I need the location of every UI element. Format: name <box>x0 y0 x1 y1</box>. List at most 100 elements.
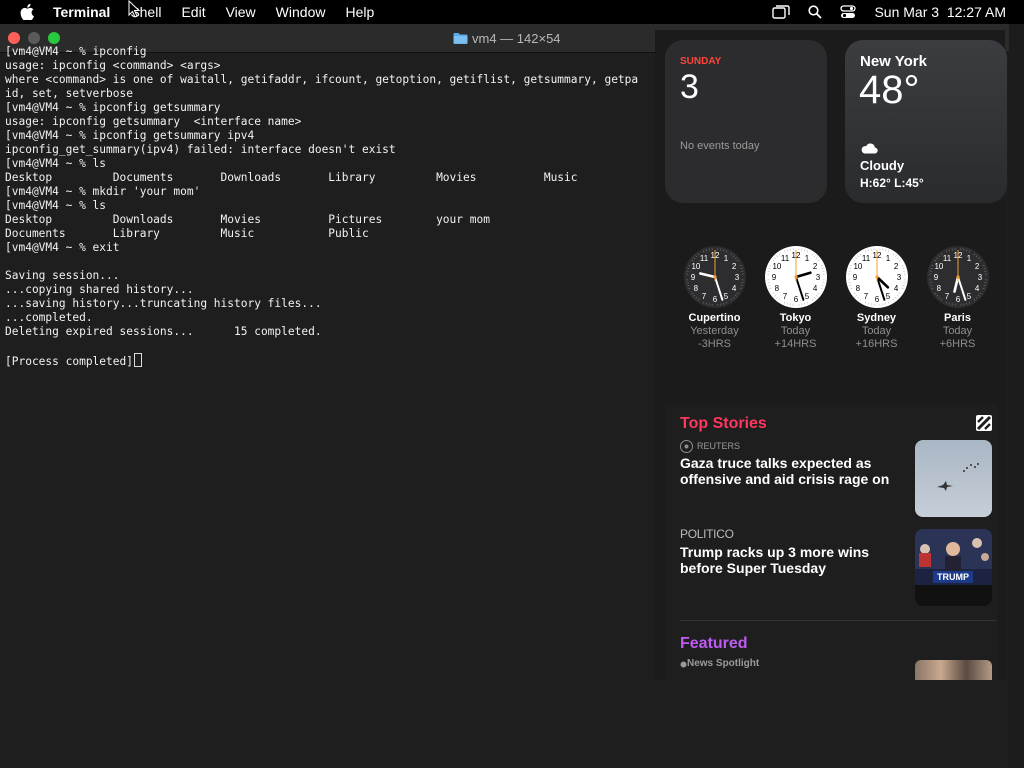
menubar-clock[interactable]: Sun Mar 3 12:27 AM <box>874 4 1006 20</box>
zoom-button[interactable] <box>48 32 60 44</box>
clock-day: Today <box>780 325 811 337</box>
svg-text:7: 7 <box>863 292 868 301</box>
calendar-widget[interactable]: SUNDAY 3 No events today <box>665 40 827 203</box>
svg-text:11: 11 <box>699 254 708 263</box>
top-stories-heading: Top Stories <box>680 415 767 432</box>
svg-text:3: 3 <box>734 273 739 282</box>
world-clock-cupertino[interactable]: 1 2 3 4 5 6 7 8 9 10 11 12 Cupertino Yesterday -3HRS <box>674 246 755 350</box>
svg-text:10: 10 <box>853 262 862 271</box>
svg-text:4: 4 <box>812 284 817 293</box>
svg-text:11: 11 <box>942 254 951 263</box>
svg-text:6: 6 <box>793 295 798 304</box>
svg-text:3: 3 <box>815 273 820 282</box>
featured-heading: Featured <box>680 635 748 652</box>
svg-text:5: 5 <box>966 292 971 301</box>
svg-text:3: 3 <box>977 273 982 282</box>
analog-clock-face: 1234567891011 12 <box>845 246 908 308</box>
featured-subtitle: News Spotlight <box>680 658 759 669</box>
screen-mirroring-icon[interactable] <box>772 5 791 19</box>
terminal-line: [vm4@VM4 ~ % mkdir 'your mom' <box>5 185 201 198</box>
clock-offset: +16HRS <box>855 338 898 350</box>
news-widget[interactable]: Top Stories REUTERS Gaza truce talks exp… <box>665 405 997 680</box>
svg-text:1: 1 <box>966 254 971 263</box>
terminal-line: [vm4@VM4 ~ % exit <box>5 241 120 254</box>
svg-text:1: 1 <box>723 254 728 263</box>
reuters-logo-icon <box>680 440 693 453</box>
svg-text:4: 4 <box>974 284 979 293</box>
terminal-line: ...copying shared history... <box>5 283 194 296</box>
svg-text:4: 4 <box>731 284 736 293</box>
close-button[interactable] <box>8 32 20 44</box>
clock-offset: -3HRS <box>697 338 731 350</box>
svg-text:9: 9 <box>933 273 938 282</box>
svg-text:7: 7 <box>701 292 706 301</box>
clock-day: Today <box>861 325 892 337</box>
terminal-line: Saving session... <box>5 269 120 282</box>
menu-help[interactable]: Help <box>345 4 374 20</box>
apple-menu-icon[interactable] <box>18 3 36 21</box>
svg-text:8: 8 <box>774 284 779 293</box>
svg-text:2: 2 <box>812 262 817 271</box>
clock-city: Cupertino <box>688 312 741 324</box>
story-thumbnail <box>915 440 992 517</box>
menu-edit[interactable]: Edit <box>181 4 205 20</box>
terminal-line: [vm4@VM4 ~ % ls <box>5 157 107 170</box>
svg-text:2: 2 <box>731 262 736 271</box>
terminal-cursor <box>133 353 142 367</box>
clock-city: Sydney <box>856 312 897 324</box>
svg-text:10: 10 <box>934 262 943 271</box>
apple-news-icon <box>680 661 687 667</box>
story-source: REUTERS <box>697 441 741 451</box>
clock-city: Paris <box>944 312 971 324</box>
svg-text:11: 11 <box>861 254 870 263</box>
weather-widget[interactable]: New York 48° Cloudy H:62° L:45° <box>845 40 1007 203</box>
control-center-icon[interactable] <box>840 5 857 19</box>
svg-text:11: 11 <box>780 254 789 263</box>
world-clock-tokyo[interactable]: 1 2 3 4 5 6 7 8 9 10 11 12 Tokyo Today +14HRS <box>755 246 836 350</box>
world-clock-paris[interactable]: 1 2 3 4 5 6 7 8 9 10 11 12 Paris Today +6HRS <box>917 246 998 350</box>
mouse-pointer-icon <box>128 0 140 18</box>
svg-text:2: 2 <box>893 262 898 271</box>
svg-text:7: 7 <box>944 292 949 301</box>
svg-text:6: 6 <box>712 295 717 304</box>
window-title-text: vm4 — 142×54 <box>472 30 561 46</box>
weather-condition: Cloudy <box>860 158 905 173</box>
news-divider <box>680 620 997 621</box>
weather-hilo: H:62° L:45° <box>860 176 924 190</box>
svg-text:6: 6 <box>955 295 960 304</box>
story-thumbnail: TRUMP <box>915 529 992 606</box>
calendar-day: 3 <box>680 68 699 106</box>
clock-day: Yesterday <box>690 325 739 337</box>
analog-clock-face: 1234567891011 12 <box>764 246 827 308</box>
featured-thumbnail <box>915 660 992 680</box>
terminal-line: [vm4@VM4 ~ % ls <box>5 199 107 212</box>
clock-day: Today <box>942 325 973 337</box>
world-clock-sydney[interactable]: 1 2 3 4 5 6 7 8 9 10 11 12 Sydney Today +16HRS <box>836 246 917 350</box>
terminal-output[interactable]: [vm4@VM4 ~ % ipconfig usage: ipconfig <c… <box>5 45 638 369</box>
menu-view[interactable]: View <box>226 4 256 20</box>
svg-text:9: 9 <box>690 273 695 282</box>
app-menu-terminal[interactable]: Terminal <box>53 4 110 20</box>
svg-text:9: 9 <box>771 273 776 282</box>
minimize-button[interactable] <box>28 32 40 44</box>
svg-text:5: 5 <box>804 292 809 301</box>
weather-temp: 48° <box>859 68 920 112</box>
svg-text:1: 1 <box>804 254 809 263</box>
svg-text:8: 8 <box>936 284 941 293</box>
terminal-line: id, set, setverbose <box>5 87 133 100</box>
svg-text:9: 9 <box>852 273 857 282</box>
svg-text:8: 8 <box>855 284 860 293</box>
terminal-line: [Process completed] <box>5 355 133 368</box>
story-title: Gaza truce talks expected as offensive a… <box>680 455 890 487</box>
spotlight-search-icon[interactable] <box>808 5 823 19</box>
svg-text:3: 3 <box>896 273 901 282</box>
calendar-weekday: SUNDAY <box>680 56 722 67</box>
menu-window[interactable]: Window <box>276 4 326 20</box>
cloud-icon <box>861 143 878 154</box>
terminal-line: ...saving history...truncating history f… <box>5 297 322 310</box>
clock-offset: +6HRS <box>939 338 976 350</box>
svg-text:4: 4 <box>893 284 898 293</box>
terminal-line: ...completed. <box>5 311 93 324</box>
svg-text:1: 1 <box>885 254 890 263</box>
story-source: POLITICO <box>680 527 734 541</box>
